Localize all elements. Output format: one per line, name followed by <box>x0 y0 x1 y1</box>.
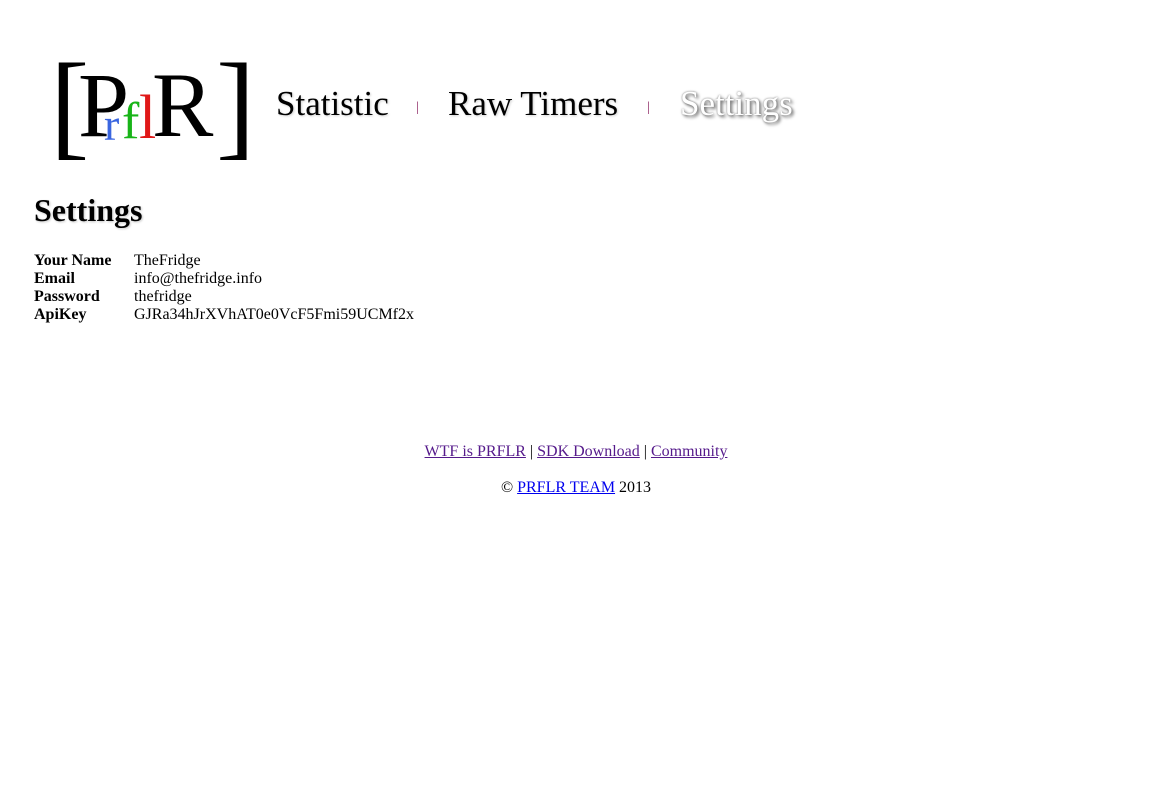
nav-separator: | <box>416 100 419 115</box>
settings-row: Password thefridge <box>34 288 414 306</box>
nav-raw-timers-link[interactable]: Raw Timers <box>448 82 618 126</box>
footer-links: WTF is PRFLR | SDK Download | Community <box>0 442 1152 462</box>
footer-wtf-link[interactable]: WTF is PRFLR <box>425 443 526 460</box>
footer-team-link[interactable]: PRFLR TEAM <box>517 479 615 496</box>
settings-value-apikey: GJRa34hJrXVhAT0e0VcF5Fmi59UCMf2x <box>134 306 414 323</box>
nav-separator: | <box>647 100 650 115</box>
settings-value-password: thefridge <box>134 288 192 305</box>
nav-settings-link[interactable]: Settings <box>680 82 793 126</box>
settings-row: Email info@thefridge.info <box>34 270 414 288</box>
nav-statistic-link[interactable]: Statistic <box>276 82 389 126</box>
settings-table: Your Name TheFridge Email info@thefridge… <box>34 252 414 324</box>
settings-row: Your Name TheFridge <box>34 252 414 270</box>
page-title: Settings <box>34 192 143 228</box>
settings-key-apikey: ApiKey <box>34 306 87 323</box>
footer-copyright: © PRFLR TEAM 2013 <box>0 478 1152 498</box>
footer-separator: | <box>529 443 534 460</box>
footer-sdk-download-link[interactable]: SDK Download <box>537 443 640 460</box>
copyright-symbol: © <box>500 479 514 496</box>
settings-key-email: Email <box>34 270 75 287</box>
settings-key-password: Password <box>34 288 100 305</box>
footer-separator: | <box>643 443 647 460</box>
settings-row: ApiKey GJRa34hJrXVhAT0e0VcF5Fmi59UCMf2x <box>34 306 414 324</box>
settings-key-your-name: Your Name <box>34 252 112 269</box>
settings-value-your-name: TheFridge <box>134 252 201 269</box>
copyright-year: 2013 <box>619 479 652 496</box>
main-nav: Statistic | Raw Timers | Settings <box>0 0 900 160</box>
settings-value-email: info@thefridge.info <box>134 270 263 287</box>
footer-community-link[interactable]: Community <box>651 443 727 460</box>
